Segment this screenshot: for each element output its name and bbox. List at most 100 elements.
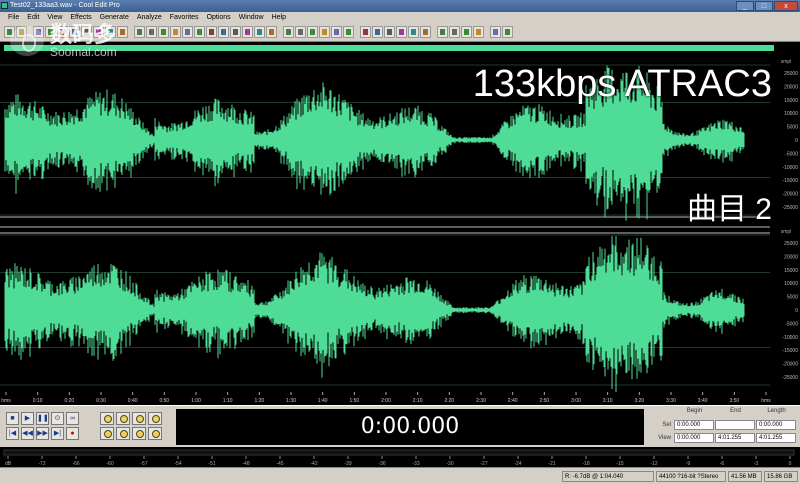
toolbar-tool-icon[interactable]: [449, 26, 460, 38]
ruler-tick-label: 3:20: [634, 398, 644, 404]
toolbar-tool-icon[interactable]: [408, 26, 419, 38]
toolbar-tool-icon[interactable]: [343, 26, 354, 38]
toolbar-tool-icon[interactable]: [384, 26, 395, 38]
toolbar-tool-icon[interactable]: [254, 26, 265, 38]
menu-analyze[interactable]: Analyze: [137, 12, 162, 23]
pause-button[interactable]: ❚❚: [36, 412, 49, 425]
app-window: Test02_133aa3.wav - Cool Edit Pro _ □ x …: [0, 0, 800, 484]
toolbar-tool-icon[interactable]: [396, 26, 407, 38]
zoom-selection-icon[interactable]: [132, 427, 146, 440]
overview-range[interactable]: [4, 45, 774, 51]
amplitude-tick-label: 15000: [784, 98, 798, 104]
zoom-in-horizontal-icon[interactable]: [100, 412, 114, 425]
view-length-field[interactable]: 4:01.255: [756, 432, 796, 443]
ruler-tick-label: 2:40: [508, 398, 518, 404]
level-meter: dB -72 -66 -60 -57 -54 -51 -48 -45 -42 -39 -36 -33 -3…: [0, 447, 800, 467]
toolbar: [0, 23, 800, 42]
amplitude-tick-label: -5000: [785, 321, 798, 327]
loop-button[interactable]: ∞: [66, 412, 79, 425]
menu-edit[interactable]: Edit: [27, 12, 39, 23]
ruler-tick-label: 2:30: [476, 398, 486, 404]
ruler-tick-label: 0:10: [33, 398, 43, 404]
view-label: View: [658, 434, 671, 441]
ruler-tick-label: 3:10: [603, 398, 613, 404]
time-ruler[interactable]: hms 0:10 0:20 0:30 0:40 0:50 1:00 1:10 1:20 1:30 1…: [0, 392, 800, 405]
ruler-tick-label: 2:00: [381, 398, 391, 404]
toolbar-tool-icon[interactable]: [283, 26, 294, 38]
play-to-end-button[interactable]: ⊙: [51, 412, 64, 425]
menu-help[interactable]: Help: [272, 12, 286, 23]
zoom-to-right-icon[interactable]: [116, 427, 130, 440]
go-to-start-button[interactable]: |◀: [6, 427, 19, 440]
overlay-codec-title: 133kbps ATRAC3: [472, 63, 772, 105]
view-begin-field[interactable]: 0:00.000: [674, 432, 714, 443]
toolbar-tool-icon[interactable]: [473, 26, 484, 38]
menu-window[interactable]: Window: [239, 12, 264, 23]
minimize-button[interactable]: _: [736, 1, 754, 11]
title-bar: Test02_133aa3.wav - Cool Edit Pro _ □ x: [0, 0, 800, 12]
toolbar-tool-icon[interactable]: [134, 26, 145, 38]
toolbar-tool-icon[interactable]: [218, 26, 229, 38]
ruler-tick-label: 0:40: [128, 398, 138, 404]
stop-button[interactable]: ■: [6, 412, 19, 425]
toolbar-tool-icon[interactable]: [117, 26, 128, 38]
toolbar-tool-icon[interactable]: [331, 26, 342, 38]
menu-options[interactable]: Options: [207, 12, 231, 23]
toolbar-tool-icon[interactable]: [295, 26, 306, 38]
go-to-end-button[interactable]: ▶|: [51, 427, 64, 440]
ruler-tick-label: 3:40: [698, 398, 708, 404]
level-meter-track: [3, 449, 795, 456]
record-button[interactable]: ●: [66, 427, 79, 440]
toolbar-tool-icon[interactable]: [170, 26, 181, 38]
watermark: 数码多 Soomal.com: [10, 24, 117, 58]
rewind-button[interactable]: ◀◀: [21, 427, 34, 440]
menu-favorites[interactable]: Favorites: [170, 12, 199, 23]
maximize-button[interactable]: □: [755, 1, 773, 11]
menu-file[interactable]: File: [8, 12, 19, 23]
toolbar-tool-icon[interactable]: [242, 26, 253, 38]
toolbar-tool-icon[interactable]: [206, 26, 217, 38]
amplitude-tick-label: 20000: [784, 254, 798, 260]
amplitude-tick-label: 5000: [787, 295, 798, 301]
toolbar-tool-icon[interactable]: [502, 26, 513, 38]
toolbar-tool-icon[interactable]: [360, 26, 371, 38]
amplitude-tick-label: 5000: [787, 125, 798, 131]
amplitude-tick-label: 10000: [784, 111, 798, 117]
toolbar-tool-icon[interactable]: [266, 26, 277, 38]
sel-length-field[interactable]: 0:00.000: [756, 419, 796, 430]
view-end-field[interactable]: 4:01.255: [715, 432, 755, 443]
waveform-right-channel: [4, 236, 745, 392]
toolbar-tool-icon[interactable]: [420, 26, 431, 38]
toolbar-tool-icon[interactable]: [146, 26, 157, 38]
ruler-tick-label: 0:50: [159, 398, 169, 404]
overview-bar[interactable]: [0, 42, 800, 55]
zoom-out-full-icon[interactable]: [132, 412, 146, 425]
amplitude-tick-label: 25000: [784, 71, 798, 77]
toolbar-tool-icon[interactable]: [490, 26, 501, 38]
toolbar-tool-icon[interactable]: [194, 26, 205, 38]
toolbar-tool-icon[interactable]: [158, 26, 169, 38]
toolbar-tool-icon[interactable]: [307, 26, 318, 38]
close-button[interactable]: x: [774, 1, 798, 11]
toolbar-tool-icon[interactable]: [437, 26, 448, 38]
toolbar-tool-icon[interactable]: [372, 26, 383, 38]
zoom-to-left-icon[interactable]: [100, 427, 114, 440]
toolbar-tool-icon[interactable]: [230, 26, 241, 38]
sel-begin-field[interactable]: 0:00.000: [674, 419, 714, 430]
toolbar-tool-icon[interactable]: [182, 26, 193, 38]
ruler-tick-label: 1:20: [254, 398, 264, 404]
zoom-controls: [100, 412, 166, 444]
fast-forward-button[interactable]: ▶▶: [36, 427, 49, 440]
toolbar-tool-icon[interactable]: [319, 26, 330, 38]
zoom-out-vertical-icon[interactable]: [148, 427, 162, 440]
app-icon: [1, 2, 8, 9]
play-button[interactable]: ▶: [21, 412, 34, 425]
amplitude-axis-bg: [772, 55, 800, 392]
zoom-in-vertical-icon[interactable]: [148, 412, 162, 425]
amplitude-tick-label: -10000: [782, 335, 798, 341]
toolbar-tool-icon[interactable]: [461, 26, 472, 38]
sel-end-field[interactable]: [715, 419, 755, 430]
amplitude-tick-label: 10000: [784, 281, 798, 287]
zoom-out-horizontal-icon[interactable]: [116, 412, 130, 425]
selection-view-panel: Begin End Length Sel 0:00.000 0:00.000 V…: [650, 408, 798, 446]
